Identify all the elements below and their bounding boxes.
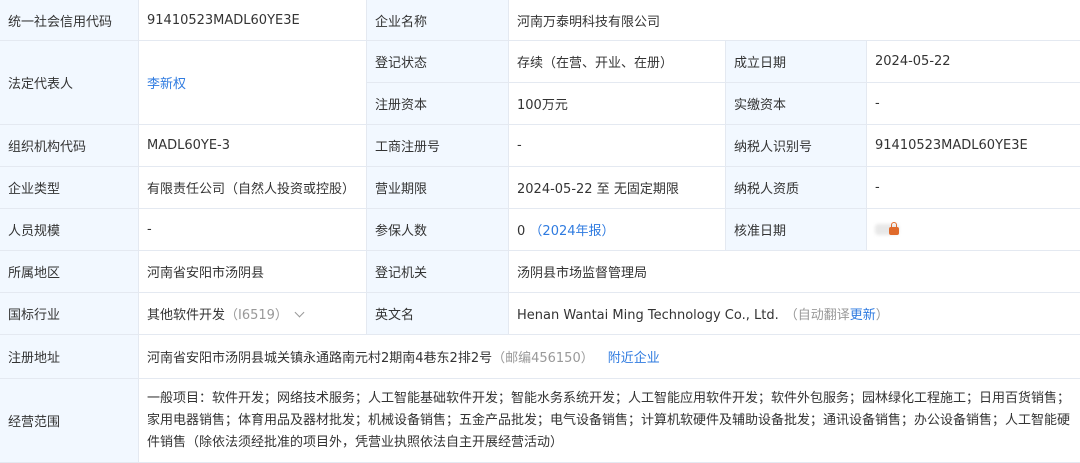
- english-name-label: 英文名: [367, 293, 509, 335]
- industry-cell[interactable]: 其他软件开发（I6519）: [139, 293, 367, 335]
- company-type-value: 有限责任公司（自然人投资或控股）: [139, 167, 367, 209]
- row-company-type: 企业类型 有限责任公司（自然人投资或控股） 营业期限 2024-05-22 至 …: [0, 167, 1080, 209]
- biz-reg-no-value: -: [509, 125, 726, 167]
- taxpayer-id-label: 纳税人识别号: [726, 125, 867, 167]
- insured-count-label: 参保人数: [367, 209, 509, 251]
- reg-status-label: 登记状态: [367, 41, 509, 83]
- english-name-value: Henan Wantai Ming Technology Co., Ltd.: [517, 308, 779, 323]
- paid-capital-label: 实缴资本: [726, 83, 867, 125]
- company-info-table: 统一社会信用代码 91410523MADL60YE3E 企业名称 河南万泰明科技…: [0, 0, 1080, 463]
- reg-address-cell: 河南省安阳市汤阴县城关镇永通路南元村2期南4巷东2排2号（邮编456150） 附近…: [139, 335, 1080, 379]
- reg-status-value: 存续（在营、开业、在册）: [509, 41, 726, 83]
- row-org-code: 组织机构代码 MADL60YE-3 工商注册号 - 纳税人识别号 9141052…: [0, 125, 1080, 167]
- credit-code-value: 91410523MADL60YE3E: [139, 0, 367, 41]
- approval-date-label: 核准日期: [726, 209, 867, 251]
- reg-capital-label: 注册资本: [367, 83, 509, 125]
- taxpayer-qual-value: -: [867, 167, 1080, 209]
- legal-rep-label: 法定代表人: [0, 41, 139, 125]
- staff-size-value: -: [139, 209, 367, 251]
- insured-count-cell: 0 （2024年报）: [509, 209, 726, 251]
- biz-scope-label: 经营范围: [0, 379, 139, 463]
- lock-icon[interactable]: [889, 227, 899, 235]
- credit-code-label: 统一社会信用代码: [0, 0, 139, 41]
- reg-address-label: 注册地址: [0, 335, 139, 379]
- reg-capital-value: 100万元: [509, 83, 726, 125]
- row-biz-scope: 经营范围 一般项目：软件开发；网络技术服务；人工智能基础软件开发；智能水务系统开…: [0, 379, 1080, 463]
- company-name-value: 河南万泰明科技有限公司: [509, 0, 1080, 41]
- biz-scope-value: 一般项目：软件开发；网络技术服务；人工智能基础软件开发；智能水务系统开发；人工智…: [139, 379, 1080, 463]
- chevron-down-icon[interactable]: [294, 308, 304, 318]
- company-type-label: 企业类型: [0, 167, 139, 209]
- nearby-companies-link[interactable]: 附近企业: [608, 351, 660, 366]
- row-address: 注册地址 河南省安阳市汤阴县城关镇永通路南元村2期南4巷东2排2号（邮编4561…: [0, 335, 1080, 379]
- region-value: 河南省安阳市汤阴县: [139, 251, 367, 293]
- taxpayer-id-value: 91410523MADL60YE3E: [867, 125, 1080, 167]
- reg-authority-value: 汤阴县市场监督管理局: [509, 251, 1080, 293]
- auto-translate-close: ）: [876, 308, 889, 323]
- postcode: （邮编456150）: [492, 351, 594, 366]
- company-name-label: 企业名称: [367, 0, 509, 41]
- insured-count-value: 0: [517, 224, 525, 239]
- staff-size-label: 人员规模: [0, 209, 139, 251]
- row-industry: 国标行业 其他软件开发（I6519） 英文名 Henan Wantai Ming…: [0, 293, 1080, 335]
- company-info-panel: 统一社会信用代码 91410523MADL60YE3E 企业名称 河南万泰明科技…: [0, 0, 1080, 446]
- biz-reg-no-label: 工商注册号: [367, 125, 509, 167]
- update-link[interactable]: 更新: [850, 308, 876, 323]
- legal-rep-cell: 李新权: [139, 41, 367, 125]
- approval-date-cell: [867, 209, 1080, 251]
- region-label: 所属地区: [0, 251, 139, 293]
- industry-label: 国标行业: [0, 293, 139, 335]
- auto-translate-note: （自动翻译: [785, 308, 850, 323]
- reg-address-value: 河南省安阳市汤阴县城关镇永通路南元村2期南4巷东2排2号: [147, 351, 492, 366]
- english-name-cell: Henan Wantai Ming Technology Co., Ltd. （自…: [509, 293, 1080, 335]
- founded-date-value: 2024-05-22: [867, 41, 1080, 83]
- org-code-value: MADL60YE-3: [139, 125, 367, 167]
- annual-report-link[interactable]: （2024年报）: [529, 224, 614, 239]
- industry-code: （I6519）: [225, 308, 288, 323]
- row-region: 所属地区 河南省安阳市汤阴县 登记机关 汤阴县市场监督管理局: [0, 251, 1080, 293]
- industry-value: 其他软件开发: [147, 308, 225, 323]
- row-credit-code: 统一社会信用代码 91410523MADL60YE3E 企业名称 河南万泰明科技…: [0, 0, 1080, 41]
- biz-term-label: 营业期限: [367, 167, 509, 209]
- row-staff: 人员规模 - 参保人数 0 （2024年报） 核准日期: [0, 209, 1080, 251]
- legal-rep-link[interactable]: 李新权: [147, 77, 186, 92]
- paid-capital-value: -: [867, 83, 1080, 125]
- org-code-label: 组织机构代码: [0, 125, 139, 167]
- reg-authority-label: 登记机关: [367, 251, 509, 293]
- row-reg-status: 法定代表人 李新权 登记状态 存续（在营、开业、在册） 成立日期 2024-05…: [0, 41, 1080, 83]
- biz-term-value: 2024-05-22 至 无固定期限: [509, 167, 726, 209]
- founded-date-label: 成立日期: [726, 41, 867, 83]
- taxpayer-qual-label: 纳税人资质: [726, 167, 867, 209]
